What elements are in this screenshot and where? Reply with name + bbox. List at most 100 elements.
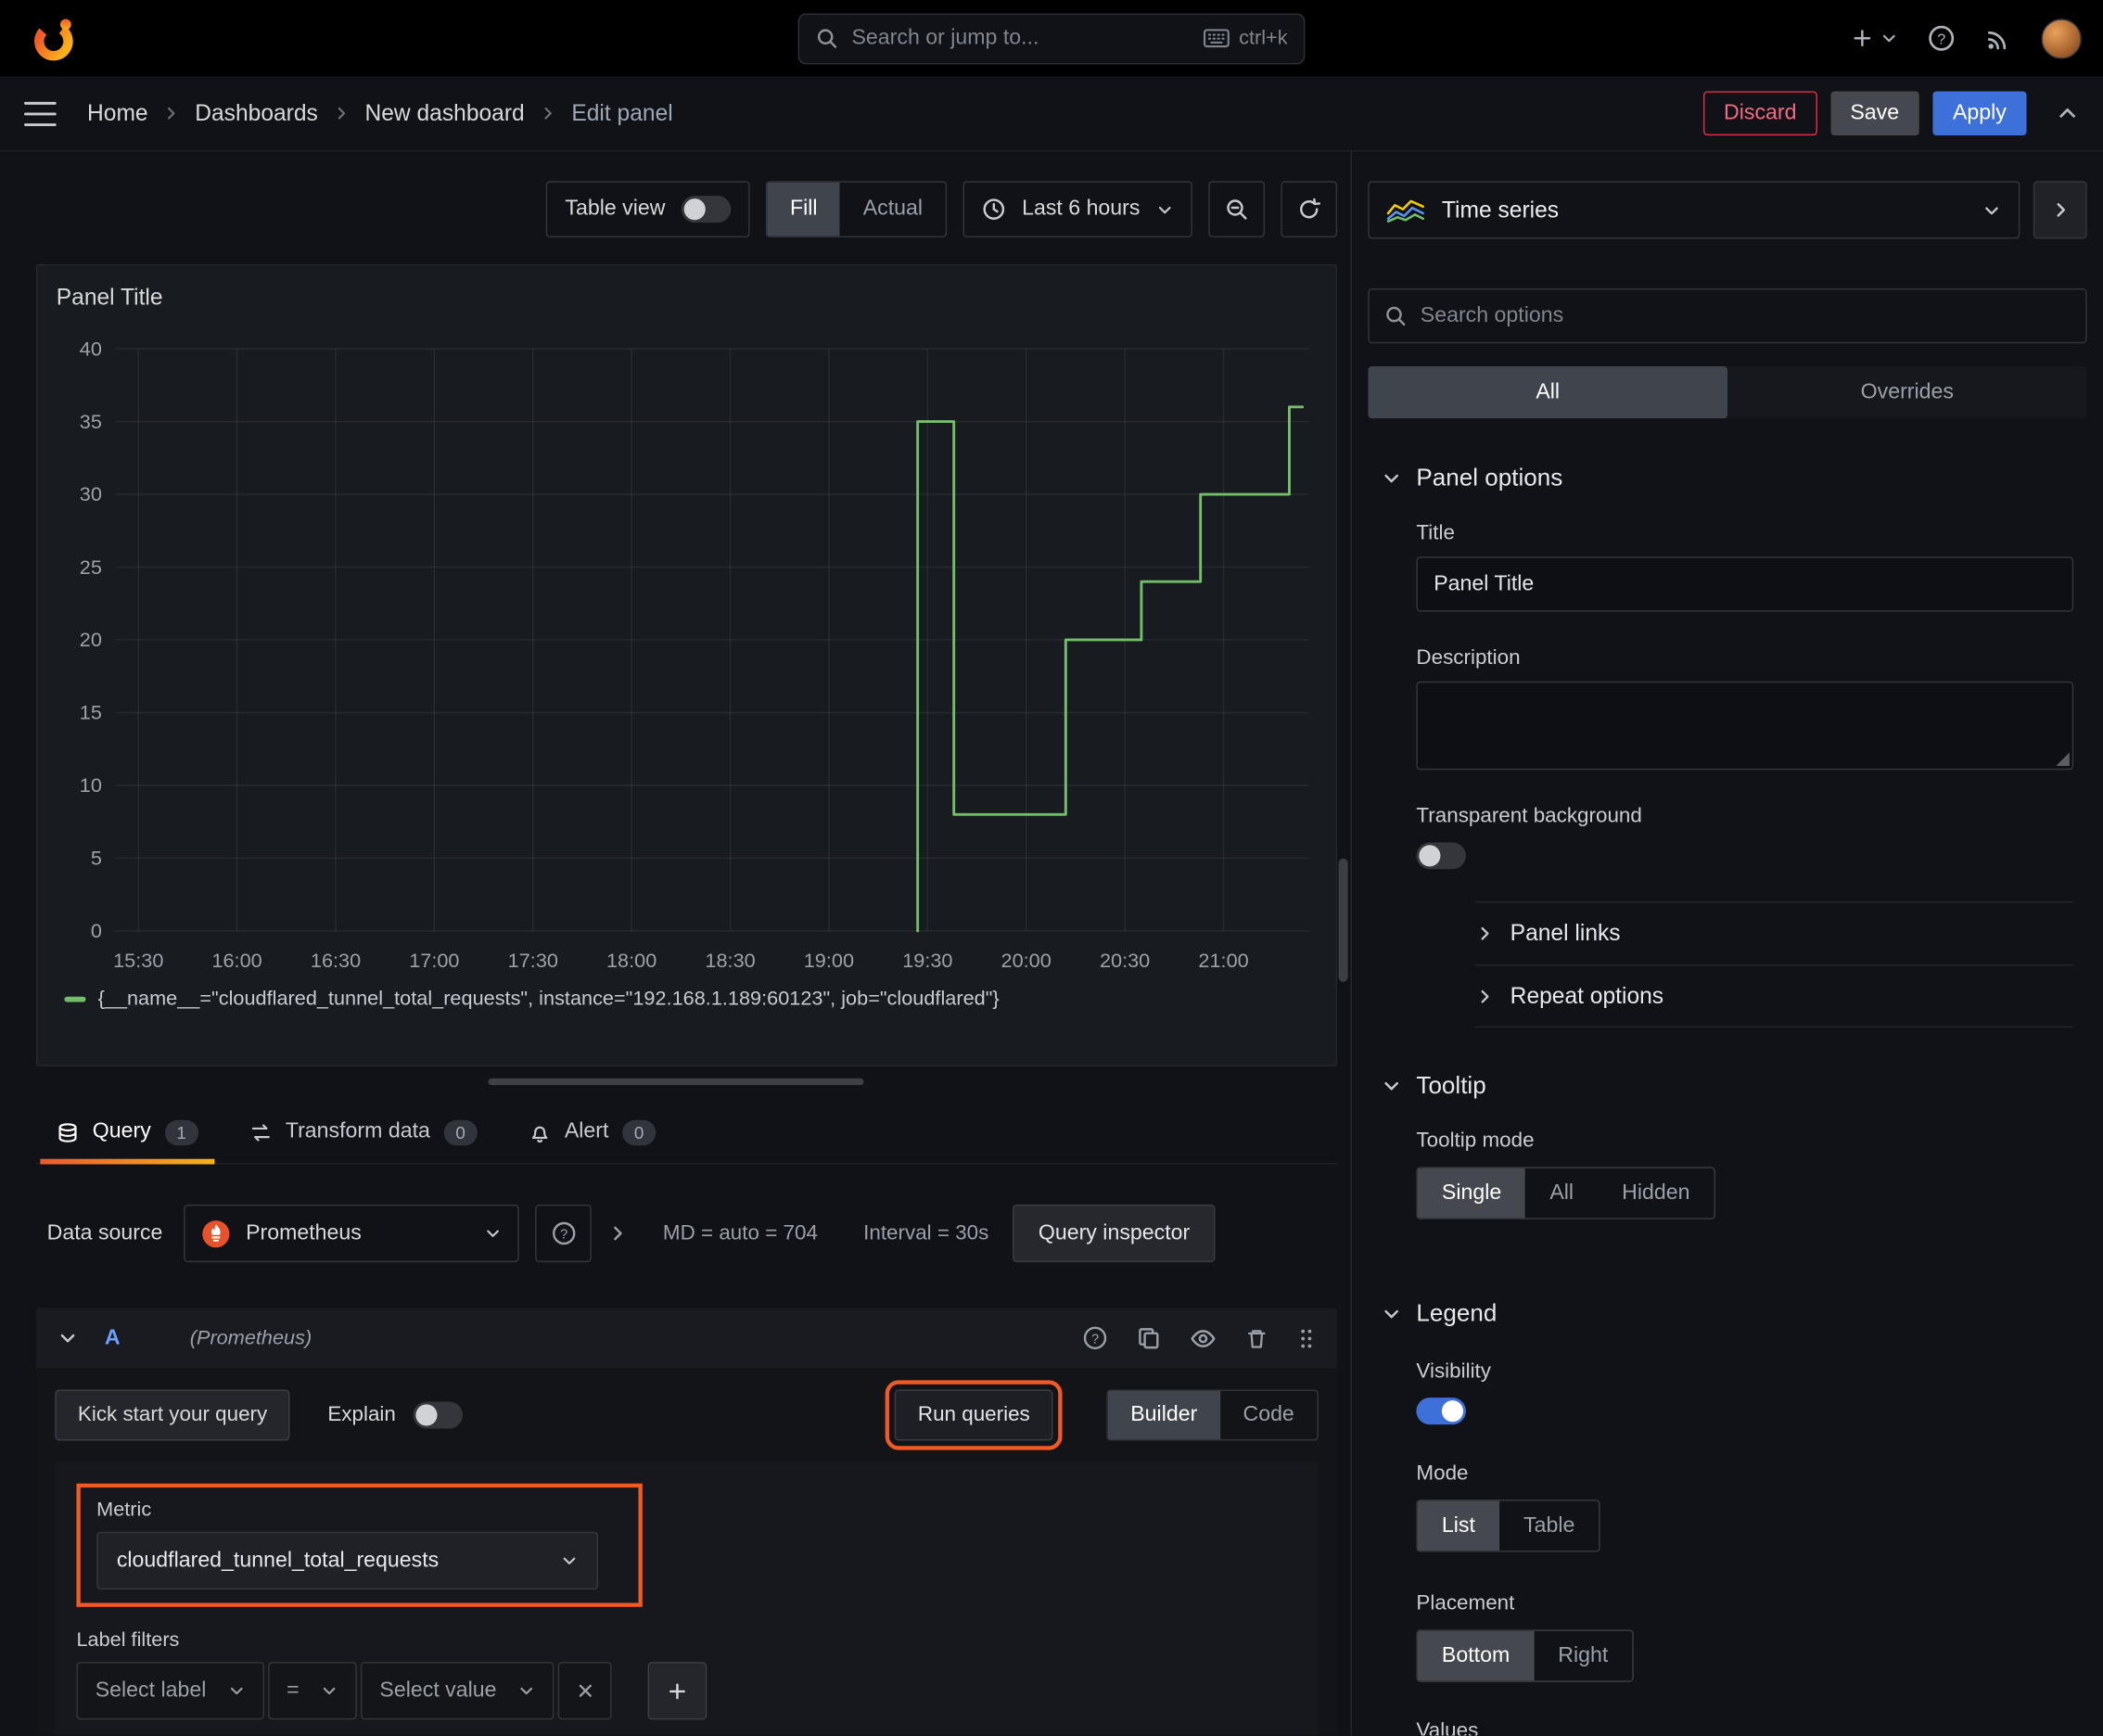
panel-toolbar: Table view Fill Actual Last 6 hours bbox=[36, 181, 1338, 238]
transparent-background-toggle[interactable] bbox=[1416, 842, 1466, 870]
panel-title-input[interactable] bbox=[1416, 556, 2074, 612]
tab-query[interactable]: Query 1 bbox=[36, 1102, 218, 1165]
timeseries-chart[interactable]: 0 5 10 15 20 25 30 35 40 15:30 16:00 16:30 17:00 17:3… bbox=[54, 333, 1319, 982]
run-queries-button[interactable]: Run queries bbox=[886, 1380, 1063, 1450]
hide-query-icon[interactable] bbox=[1190, 1324, 1217, 1351]
legend-placement-group: Bottom Right bbox=[1416, 1629, 1634, 1682]
options-search[interactable] bbox=[1368, 287, 2087, 344]
drag-handle-icon[interactable] bbox=[1297, 1326, 1316, 1350]
help-button[interactable]: ? bbox=[1928, 24, 1956, 52]
tab-transform[interactable]: Transform data 0 bbox=[229, 1102, 497, 1164]
global-search[interactable]: ctrl+k bbox=[797, 12, 1306, 64]
main-scrollbar-thumb[interactable] bbox=[1338, 858, 1348, 982]
discard-button[interactable]: Discard bbox=[1703, 91, 1817, 136]
add-filter-button[interactable] bbox=[647, 1662, 707, 1720]
tooltip-mode-all[interactable]: All bbox=[1525, 1168, 1598, 1219]
shortcut-hint: ctrl+k bbox=[1203, 27, 1288, 50]
prometheus-icon bbox=[202, 1219, 230, 1247]
global-search-input[interactable] bbox=[851, 26, 1190, 51]
caret-down-icon bbox=[1158, 206, 1171, 213]
query-row-header[interactable]: A (Prometheus) ? bbox=[36, 1308, 1338, 1369]
select-value-dropdown[interactable]: Select value bbox=[361, 1662, 554, 1720]
new-menu-button[interactable] bbox=[1851, 27, 1898, 50]
header-actions: Discard Save Apply bbox=[1703, 91, 2079, 136]
breadcrumb-home[interactable]: Home bbox=[87, 100, 148, 127]
query-inspector-button[interactable]: Query inspector bbox=[1013, 1204, 1216, 1263]
expand-options-button[interactable] bbox=[608, 1223, 629, 1244]
explain-label: Explain bbox=[327, 1402, 396, 1426]
user-avatar[interactable] bbox=[2041, 18, 2082, 58]
tooltip-heading: Tooltip bbox=[1416, 1071, 1486, 1099]
query-ref-id: A bbox=[104, 1325, 121, 1349]
collapse-header-button[interactable] bbox=[2056, 102, 2079, 125]
breadcrumb-dashboards[interactable]: Dashboards bbox=[195, 100, 318, 127]
fill-option[interactable]: Fill bbox=[767, 182, 841, 236]
actual-option[interactable]: Actual bbox=[840, 183, 945, 236]
legend-header[interactable]: Legend bbox=[1382, 1300, 2073, 1328]
explain-toggle[interactable] bbox=[413, 1401, 464, 1429]
panel-title: Panel Title bbox=[56, 284, 163, 311]
chevron-down-icon[interactable] bbox=[57, 1328, 78, 1348]
legend-heading: Legend bbox=[1416, 1299, 1498, 1327]
tab-alert[interactable]: Alert 0 bbox=[508, 1102, 676, 1164]
help-icon[interactable]: ? bbox=[1082, 1325, 1107, 1350]
panel-options-header[interactable]: Panel options bbox=[1382, 464, 2073, 491]
viz-picker-row: Time series bbox=[1368, 181, 2087, 239]
grafana-app: ctrl+k ? bbox=[0, 0, 2103, 1736]
svg-text:20:30: 20:30 bbox=[1100, 949, 1150, 972]
builder-option[interactable]: Builder bbox=[1107, 1390, 1220, 1440]
duplicate-icon[interactable] bbox=[1136, 1325, 1161, 1350]
collapsed-subsections: Panel links Repeat options bbox=[1475, 901, 2074, 1028]
apply-button[interactable]: Apply bbox=[1932, 91, 2027, 136]
query-datasource-hint: (Prometheus) bbox=[189, 1326, 312, 1350]
delete-query-icon[interactable] bbox=[1244, 1326, 1268, 1350]
remove-filter-button[interactable] bbox=[558, 1662, 612, 1720]
legend-item[interactable]: {__name__="cloudflared_tunnel_total_requ… bbox=[54, 988, 1319, 1010]
datasource-help-button[interactable]: ? bbox=[535, 1204, 593, 1263]
zoom-out-button[interactable] bbox=[1208, 181, 1265, 238]
code-option[interactable]: Code bbox=[1220, 1391, 1318, 1439]
select-value-placeholder: Select value bbox=[379, 1679, 497, 1702]
tab-overrides[interactable]: Overrides bbox=[1727, 366, 2087, 418]
description-textarea[interactable] bbox=[1416, 681, 2074, 771]
resize-handle[interactable] bbox=[487, 1078, 863, 1086]
refresh-button[interactable] bbox=[1281, 181, 1338, 238]
legend-swatch bbox=[64, 995, 86, 1002]
legend-visibility-toggle[interactable] bbox=[1416, 1398, 1466, 1425]
kickstart-button[interactable]: Kick start your query bbox=[55, 1389, 290, 1441]
placement-bottom[interactable]: Bottom bbox=[1417, 1630, 1535, 1681]
save-button[interactable]: Save bbox=[1829, 91, 1919, 136]
query-row-actions: ? bbox=[1082, 1324, 1316, 1351]
legend-mode-list[interactable]: List bbox=[1417, 1500, 1499, 1551]
datasource-picker[interactable]: Prometheus bbox=[184, 1204, 520, 1263]
operator-dropdown[interactable]: = bbox=[267, 1662, 357, 1720]
svg-text:5: 5 bbox=[91, 847, 102, 870]
options-search-input[interactable] bbox=[1420, 303, 2071, 328]
repeat-options-row[interactable]: Repeat options bbox=[1475, 964, 2074, 1027]
table-view-control[interactable]: Table view bbox=[546, 181, 750, 238]
breadcrumb-separator-icon bbox=[540, 105, 557, 122]
panel-links-row[interactable]: Panel links bbox=[1475, 902, 2073, 964]
panel-preview: Panel Title 0 5 10 15 20 25 30 35 40 15:30 16:00 16… bbox=[36, 263, 1338, 1066]
tab-all[interactable]: All bbox=[1368, 365, 1728, 419]
legend-mode-table[interactable]: Table bbox=[1499, 1501, 1599, 1551]
tab-query-label: Query bbox=[92, 1119, 151, 1143]
collapse-pane-button[interactable] bbox=[2033, 181, 2087, 239]
breadcrumb-new-dashboard[interactable]: New dashboard bbox=[364, 100, 524, 127]
grafana-flame-icon bbox=[34, 18, 73, 60]
placement-right[interactable]: Right bbox=[1534, 1631, 1632, 1681]
time-range-picker[interactable]: Last 6 hours bbox=[962, 181, 1192, 238]
tooltip-mode-single[interactable]: Single bbox=[1417, 1168, 1526, 1219]
metric-select[interactable]: cloudflared_tunnel_total_requests bbox=[96, 1531, 599, 1590]
grafana-logo[interactable] bbox=[27, 11, 81, 65]
table-view-toggle[interactable] bbox=[681, 196, 732, 223]
visualization-picker[interactable]: Time series bbox=[1368, 181, 2020, 239]
news-button[interactable] bbox=[1985, 25, 2012, 52]
tooltip-header[interactable]: Tooltip bbox=[1382, 1072, 2073, 1100]
tooltip-mode-hidden[interactable]: Hidden bbox=[1598, 1168, 1714, 1219]
metric-label: Metric bbox=[96, 1498, 152, 1522]
legend-mode-label: Mode bbox=[1416, 1462, 1469, 1486]
select-label-dropdown[interactable]: Select label bbox=[76, 1662, 264, 1720]
menu-toggle-button[interactable] bbox=[24, 101, 57, 126]
search-icon bbox=[817, 29, 837, 48]
